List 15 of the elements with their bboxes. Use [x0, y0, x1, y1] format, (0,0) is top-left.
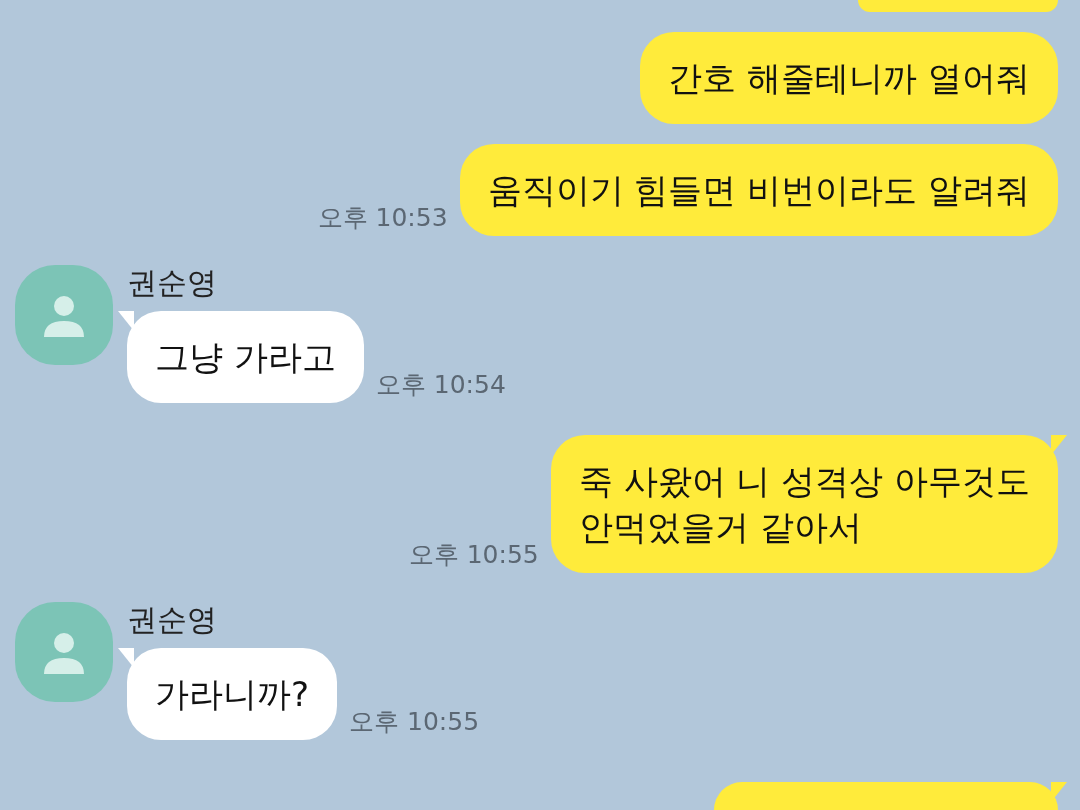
person-icon	[42, 293, 86, 337]
message-bubble: 간호 해줄테니까 열어줘	[640, 32, 1058, 124]
avatar[interactable]	[15, 602, 113, 702]
message-bubble: 죽 사왔어 니 성격상 아무것도 안먹었을거 같아서	[550, 435, 1058, 573]
message-bubble: 움직이기 힘들면 비번이라도 알려줘	[459, 144, 1058, 236]
sender-name: 권순영	[127, 265, 218, 301]
sender-name: 권순영	[127, 602, 218, 638]
message-time: 오후 10:54	[375, 369, 506, 401]
message-time: 오후 10:53	[317, 202, 448, 234]
message-time: 오후 10:55	[349, 706, 480, 738]
avatar[interactable]	[15, 265, 113, 365]
message-bubble: 그냥 가라고	[127, 311, 364, 403]
message-time: 오후 10:55	[408, 539, 539, 571]
message-bubble: 가라니까?	[127, 648, 338, 740]
person-icon	[42, 630, 86, 674]
